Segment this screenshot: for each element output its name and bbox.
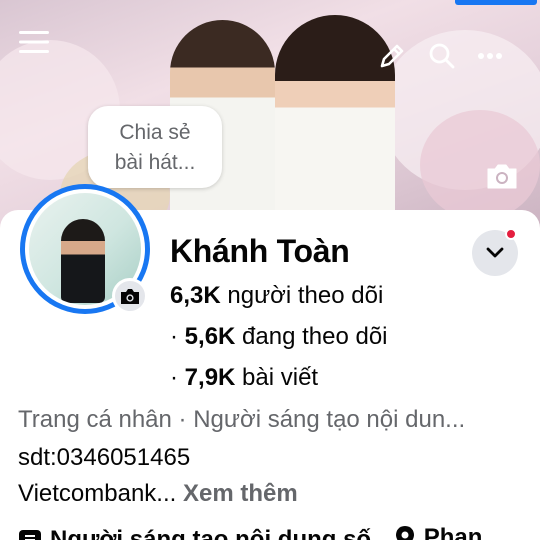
avatar-figure <box>61 219 105 303</box>
followers-stat[interactable]: 6,3K người theo dõi <box>170 282 383 310</box>
creator-badge-label: Người sáng tạo nội dung số <box>50 526 372 540</box>
bullet-separator: · <box>170 364 178 391</box>
posts-label: bài viết <box>242 364 319 391</box>
menu-icon[interactable] <box>14 22 54 62</box>
progress-indicator <box>455 0 537 5</box>
see-more-link[interactable]: Xem thêm <box>183 480 298 507</box>
camera-icon[interactable] <box>482 156 522 196</box>
chevron-down-icon <box>486 247 504 258</box>
following-count: 5,6K <box>184 323 236 350</box>
creator-badge-icon <box>19 530 41 540</box>
edit-icon[interactable] <box>372 36 412 76</box>
bio-phone: sdt:0346051465 <box>18 444 191 471</box>
location-badge[interactable]: Phan <box>394 524 483 540</box>
following-stat[interactable]: · 5,6K đang theo dõi <box>170 323 388 351</box>
profile-name: Khánh Toàn <box>170 233 350 269</box>
share-song-bubble[interactable]: Chia sẻ bài hát... <box>88 106 222 188</box>
location-icon <box>395 526 414 540</box>
location-badge-label: Phan <box>423 524 483 540</box>
bio-bank: Vietcombank... <box>18 480 177 507</box>
followers-count: 6,3K <box>170 282 221 309</box>
creator-badge[interactable]: Người sáng tạo nội dung số <box>18 526 371 540</box>
avatar-camera-icon[interactable] <box>112 278 148 314</box>
bubble-text-line2: bài hát... <box>114 151 196 174</box>
followers-label: người theo dõi <box>227 282 384 309</box>
bullet-separator: · <box>170 323 178 350</box>
search-icon[interactable] <box>422 36 462 76</box>
bubble-text-line1: Chia sẻ <box>119 121 191 144</box>
profile-category: Trang cá nhân · Người sáng tạo nội dun..… <box>18 406 466 433</box>
posts-count: 7,9K <box>184 364 236 391</box>
notification-dot <box>505 228 517 240</box>
posts-stat[interactable]: · 7,9K bài viết <box>170 364 318 392</box>
following-label: đang theo dõi <box>242 323 388 350</box>
bio-line: Vietcombank... Xem thêm <box>18 480 298 508</box>
profile-badges: Người sáng tạo nội dung số Phan <box>18 524 540 540</box>
more-icon[interactable] <box>470 36 510 76</box>
